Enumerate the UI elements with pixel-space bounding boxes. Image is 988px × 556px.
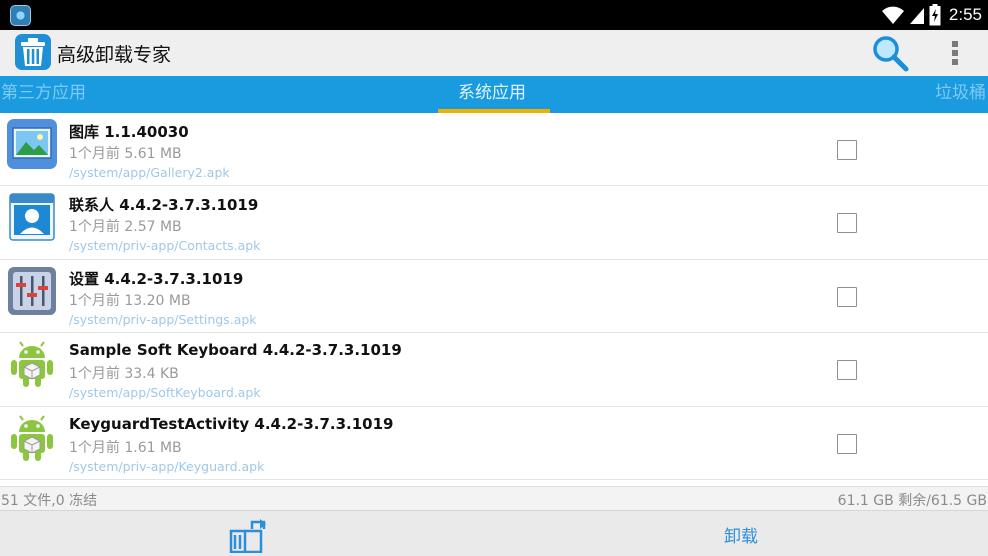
select-checkbox[interactable] (837, 360, 857, 381)
select-checkbox[interactable] (837, 140, 857, 160)
backup-button[interactable] (228, 519, 268, 554)
signal-icon (909, 8, 924, 24)
app-path: /system/priv-app/Contacts.apk (69, 238, 261, 254)
app-list[interactable]: 图库 1.1.40030 1个月前 5.61 MB /system/app/Ga… (0, 113, 988, 480)
gallery-icon (7, 119, 57, 169)
status-time: 2:55 (948, 5, 982, 24)
select-checkbox[interactable] (837, 286, 857, 307)
backup-box-icon (229, 519, 266, 554)
app-path: /system/app/Gallery2.apk (69, 165, 230, 180)
bottom-action-bar: 卸载 (0, 510, 988, 556)
app-title: 高级卸载专家 (57, 44, 172, 66)
list-item[interactable]: 设置 4.4.2-3.7.3.1019 1个月前 13.20 MB /syste… (0, 259, 988, 334)
app-name: Sample Soft Keyboard 4.4.2-3.7.3.1019 (69, 341, 402, 360)
app-path: /system/priv-app/Keyguard.apk (69, 458, 265, 474)
app-meta: 1个月前 5.61 MB (69, 146, 182, 162)
list-item[interactable]: Sample Soft Keyboard 4.4.2-3.7.3.1019 1个… (0, 333, 988, 407)
app-meta: 1个月前 13.20 MB (69, 292, 191, 309)
tab-third-party-apps[interactable]: 第三方应用 (1, 76, 86, 113)
android-icon (11, 414, 53, 461)
wifi-icon (881, 6, 904, 24)
status-bar: 2:55 (0, 0, 988, 30)
contacts-icon (9, 193, 55, 242)
list-item[interactable]: KeyguardTestActivity 4.4.2-3.7.3.1019 1个… (0, 406, 988, 480)
storage-free: 61.1 GB 剩余/61.5 GB (837, 493, 987, 509)
app-path: /system/priv-app/Settings.apk (69, 311, 257, 327)
action-bar: 高级卸载专家 (0, 30, 988, 76)
tab-system-apps[interactable]: 系统应用 (458, 76, 526, 113)
android-icon (11, 341, 53, 388)
tab-bar: 第三方应用 系统应用 垃圾桶 (0, 76, 988, 113)
battery-icon (929, 4, 941, 26)
app-meta: 1个月前 33.4 KB (69, 366, 179, 383)
app-name: 设置 4.4.2-3.7.3.1019 (69, 269, 244, 288)
file-count: 51 文件,0 冻结 (1, 493, 98, 509)
app-meta: 1个月前 2.57 MB (69, 219, 182, 236)
select-checkbox[interactable] (837, 433, 857, 454)
overflow-menu-button[interactable] (943, 37, 967, 69)
settings-icon (8, 266, 56, 315)
trash-can-logo-icon (15, 34, 51, 70)
select-checkbox[interactable] (837, 213, 857, 234)
search-button[interactable] (870, 34, 910, 74)
app-path: /system/app/SoftKeyboard.apk (69, 385, 261, 401)
status-icons: 2:55 (881, 0, 982, 30)
list-item[interactable]: 联系人 4.4.2-3.7.3.1019 1个月前 2.57 MB /syste… (0, 186, 988, 260)
notification-app-icon (10, 5, 31, 26)
app-name: 联系人 4.4.2-3.7.3.1019 (69, 196, 259, 215)
app-name: KeyguardTestActivity 4.4.2-3.7.3.1019 (69, 414, 394, 433)
list-item[interactable]: 图库 1.1.40030 1个月前 5.61 MB /system/app/Ga… (0, 113, 988, 187)
uninstall-button[interactable]: 卸载 (700, 522, 782, 548)
overflow-dot-icon (952, 59, 958, 65)
search-icon (873, 36, 909, 72)
storage-summary: 51 文件,0 冻结 61.1 GB 剩余/61.5 GB (0, 486, 988, 510)
tab-recycle-bin[interactable]: 垃圾桶 (935, 76, 986, 113)
overflow-dot-icon (952, 41, 958, 47)
app-name: 图库 1.1.40030 (69, 123, 189, 141)
overflow-dot-icon (952, 50, 958, 56)
app-meta: 1个月前 1.61 MB (69, 439, 182, 456)
